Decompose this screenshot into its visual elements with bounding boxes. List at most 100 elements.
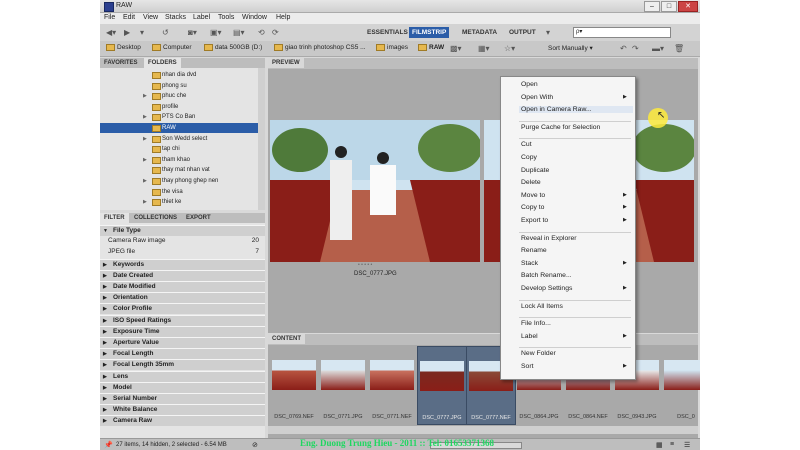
thumbnail[interactable]: DSC_0771.NEF bbox=[368, 346, 416, 423]
menu-label[interactable]: Label bbox=[193, 14, 210, 21]
no-entry-icon[interactable]: ⊘ bbox=[252, 441, 258, 449]
filter-option[interactable]: Camera Raw image 20 bbox=[100, 236, 265, 246]
filter-category[interactable]: ▶ Date Modified bbox=[100, 281, 265, 292]
boomerang-icon[interactable]: ↺ bbox=[162, 28, 169, 37]
menu-item[interactable]: Open bbox=[521, 81, 538, 88]
refine-icon[interactable]: ▣▾ bbox=[210, 28, 222, 37]
breadcrumb-computer[interactable]: Computer bbox=[152, 44, 192, 51]
expand-arrow-icon[interactable]: ▶ bbox=[143, 112, 147, 122]
menu-item[interactable]: Stack ▶ bbox=[521, 260, 627, 267]
filter-category[interactable]: ▶ ISO Speed Ratings bbox=[100, 314, 265, 326]
menu-file[interactable]: File bbox=[104, 14, 115, 21]
star-filter-icon[interactable]: ☆▾ bbox=[504, 44, 515, 53]
breadcrumb-raw[interactable]: RAW bbox=[418, 44, 444, 51]
menu-item[interactable]: File Info... bbox=[521, 320, 551, 327]
filter-category[interactable]: ▶ Camera Raw bbox=[100, 415, 265, 427]
filter-category[interactable]: ▶ Focal Length bbox=[100, 348, 265, 360]
menu-item[interactable]: Purge Cache for Selection bbox=[521, 124, 600, 131]
filter-category[interactable]: ▶ Serial Number bbox=[100, 393, 265, 404]
folders-scrollbar[interactable] bbox=[258, 68, 265, 210]
rotate-left-icon[interactable]: ↶ bbox=[620, 44, 627, 53]
filter-category[interactable]: ▼ File Type bbox=[100, 225, 265, 236]
folder-item[interactable]: ▶ thay phong ghep nen bbox=[100, 176, 265, 186]
folder-item[interactable]: ▶ phuc che bbox=[100, 91, 265, 101]
menu-item[interactable]: Batch Rename... bbox=[521, 272, 572, 279]
menu-item[interactable]: Rename bbox=[521, 247, 547, 254]
tab-filter[interactable]: FILTER bbox=[100, 213, 129, 223]
menu-item[interactable]: New Folder bbox=[521, 350, 556, 357]
close-button[interactable]: ✕ bbox=[678, 1, 698, 12]
expand-arrow-icon[interactable]: ▶ bbox=[143, 155, 147, 165]
folder-item[interactable]: ▶ Son Wedd select bbox=[100, 134, 265, 144]
search-input[interactable]: ρ▾ bbox=[573, 27, 671, 38]
expand-arrow-icon[interactable]: ▶ bbox=[143, 176, 147, 186]
folder-item[interactable]: nhan dia dvd bbox=[100, 70, 265, 80]
tab-favorites[interactable]: FAVORITES bbox=[100, 58, 142, 68]
menu-item[interactable]: Move to ▶ bbox=[521, 192, 627, 199]
breadcrumb-desktop[interactable]: Desktop bbox=[106, 44, 141, 51]
menu-edit[interactable]: Edit bbox=[123, 14, 135, 21]
menu-tools[interactable]: Tools bbox=[218, 14, 234, 21]
expand-arrow-icon[interactable]: ▶ bbox=[143, 197, 147, 207]
folder-item[interactable]: RAW bbox=[100, 123, 265, 133]
expand-arrow-icon[interactable]: ▶ bbox=[143, 91, 147, 101]
thumbnail[interactable]: DSC_0 bbox=[662, 346, 700, 423]
folder-item[interactable]: thay mat nhan vat bbox=[100, 165, 265, 175]
view-grid-icon[interactable]: ▦▾ bbox=[478, 44, 490, 53]
menu-item[interactable]: Copy to ▶ bbox=[521, 204, 627, 211]
filter-category[interactable]: ▶ Date Created bbox=[100, 269, 265, 281]
workspace-output[interactable]: OUTPUT bbox=[506, 27, 539, 38]
menu-item[interactable]: Copy bbox=[521, 154, 537, 161]
breadcrumb-drive[interactable]: data 500GB (D:) bbox=[204, 44, 262, 51]
breadcrumb-course[interactable]: giao trinh photoshop CS5 ... bbox=[274, 44, 366, 51]
menu-item[interactable]: Develop Settings ▶ bbox=[521, 285, 627, 292]
tab-folders[interactable]: FOLDERS bbox=[144, 58, 181, 68]
filter-category[interactable]: ▶ Lens bbox=[100, 370, 265, 382]
menu-item[interactable]: Lock All Items bbox=[521, 303, 563, 310]
folder-item[interactable]: the visa bbox=[100, 187, 265, 197]
filter-category[interactable]: ▶ Keywords bbox=[100, 258, 265, 270]
menu-item[interactable]: Export to ▶ bbox=[521, 217, 627, 224]
rotate-icon[interactable]: ⟲ bbox=[258, 28, 265, 37]
menu-item[interactable]: Label ▶ bbox=[521, 333, 627, 340]
content-scrollbar[interactable] bbox=[268, 426, 698, 434]
tab-content[interactable]: CONTENT bbox=[268, 334, 305, 344]
folder-item[interactable]: ▶ tham khao bbox=[100, 155, 265, 165]
workspace-essentials[interactable]: ESSENTIALS bbox=[364, 27, 411, 38]
workspace-filmstrip[interactable]: FILMSTRIP bbox=[409, 27, 450, 38]
filter-category[interactable]: ▶ Aperture Value bbox=[100, 337, 265, 348]
filter-option[interactable]: JPEG file 7 bbox=[100, 247, 265, 257]
menu-view[interactable]: View bbox=[143, 14, 158, 21]
tab-collections[interactable]: COLLECTIONS bbox=[130, 213, 181, 223]
menu-stacks[interactable]: Stacks bbox=[165, 14, 186, 21]
filter-category[interactable]: ▶ Exposure Time bbox=[100, 325, 265, 337]
filter-category[interactable]: ▶ Model bbox=[100, 381, 265, 393]
expand-arrow-icon[interactable]: ▶ bbox=[143, 134, 147, 144]
folder-item[interactable]: phong su bbox=[100, 81, 265, 91]
menu-help[interactable]: Help bbox=[276, 14, 290, 21]
folder-item[interactable]: ▶ thiet ke bbox=[100, 197, 265, 207]
rotate-right-icon[interactable]: ⟳ bbox=[272, 28, 279, 37]
thumbnail[interactable]: DSC_0771.JPG bbox=[319, 346, 367, 423]
camera-icon[interactable]: ◙▾ bbox=[188, 28, 197, 37]
recent-icon[interactable]: ▾ bbox=[140, 28, 144, 37]
filter-category[interactable]: ▶ White Balance bbox=[100, 404, 265, 416]
thumbnail[interactable]: DSC_0769.NEF bbox=[270, 346, 318, 423]
new-folder-icon[interactable]: ▬▾ bbox=[652, 44, 664, 53]
maximize-button[interactable]: □ bbox=[661, 1, 677, 12]
menu-item[interactable]: Cut bbox=[521, 141, 532, 148]
trash-icon[interactable]: 🗑 bbox=[674, 44, 684, 53]
menu-item[interactable]: Open With ▶ bbox=[521, 94, 627, 101]
thumbnail[interactable]: DSC_0777.JPG bbox=[417, 346, 467, 425]
menu-item[interactable]: Open in Camera Raw... bbox=[519, 106, 633, 114]
breadcrumb-images[interactable]: images bbox=[376, 44, 408, 51]
view-list-icon[interactable]: ≡ bbox=[670, 441, 674, 448]
folder-item[interactable]: ▶ PTS Co Ban bbox=[100, 112, 265, 122]
workspace-metadata[interactable]: METADATA bbox=[459, 27, 500, 38]
folder-item[interactable]: tap chi bbox=[100, 144, 265, 154]
pin-icon[interactable]: 📌 bbox=[104, 441, 113, 449]
tab-preview[interactable]: PREVIEW bbox=[268, 58, 304, 68]
menu-window[interactable]: Window bbox=[242, 14, 267, 21]
filter-category[interactable]: ▶ Color Profile bbox=[100, 303, 265, 315]
rotate-right-icon[interactable]: ↷ bbox=[632, 44, 639, 53]
